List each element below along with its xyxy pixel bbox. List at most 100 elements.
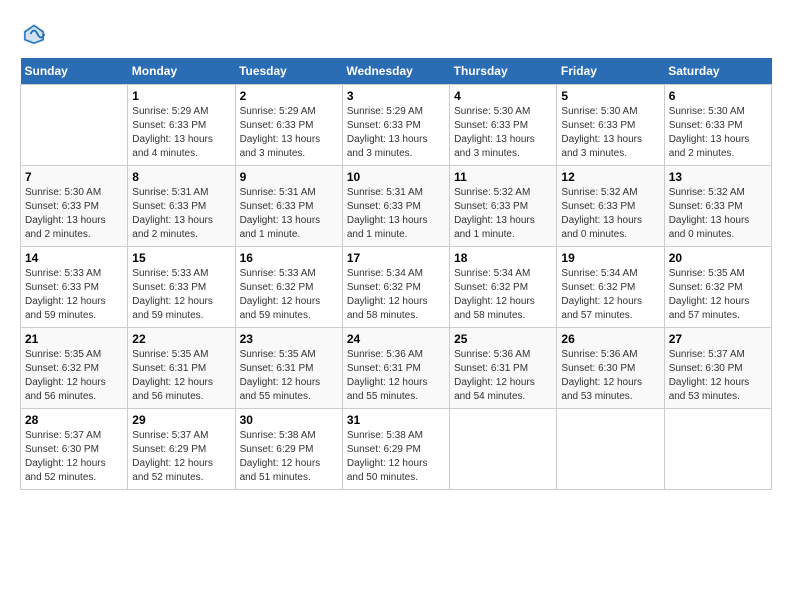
day-info: Sunrise: 5:37 AM Sunset: 6:29 PM Dayligh… (132, 429, 230, 485)
day-info: Sunrise: 5:36 AM Sunset: 6:31 PM Dayligh… (454, 348, 552, 404)
weekday-header: Friday (557, 58, 664, 85)
weekday-header: Thursday (450, 58, 557, 85)
day-info: Sunrise: 5:31 AM Sunset: 6:33 PM Dayligh… (347, 186, 445, 242)
weekday-header: Sunday (21, 58, 128, 85)
day-number: 14 (25, 251, 123, 265)
weekday-header: Tuesday (235, 58, 342, 85)
calendar-cell: 21 Sunrise: 5:35 AM Sunset: 6:32 PM Dayli… (21, 328, 128, 409)
day-number: 21 (25, 332, 123, 346)
day-info: Sunrise: 5:34 AM Sunset: 6:32 PM Dayligh… (561, 267, 659, 323)
day-number: 5 (561, 89, 659, 103)
day-number: 30 (240, 413, 338, 427)
calendar-cell: 9 Sunrise: 5:31 AM Sunset: 6:33 PM Daylig… (235, 166, 342, 247)
logo (20, 20, 52, 48)
calendar-cell: 27Sunrise: 5:37 AM Sunset: 6:30 PM Dayli… (664, 328, 771, 409)
day-number: 6 (669, 89, 767, 103)
calendar-cell: 30 Sunrise: 5:38 AM Sunset: 6:29 PM Dayli… (235, 409, 342, 490)
calendar-cell: 12 Sunrise: 5:32 AM Sunset: 6:33 PM Dayli… (557, 166, 664, 247)
calendar-cell (450, 409, 557, 490)
calendar-cell: 13 Sunrise: 5:32 AM Sunset: 6:33 PM Dayli… (664, 166, 771, 247)
day-number: 11 (454, 170, 552, 184)
day-info: Sunrise: 5:34 AM Sunset: 6:32 PM Dayligh… (454, 267, 552, 323)
day-info: Sunrise: 5:31 AM Sunset: 6:33 PM Dayligh… (132, 186, 230, 242)
calendar-cell: 25 Sunrise: 5:36 AM Sunset: 6:31 PM Dayli… (450, 328, 557, 409)
calendar-cell: 29 Sunrise: 5:37 AM Sunset: 6:29 PM Dayli… (128, 409, 235, 490)
calendar-cell (21, 85, 128, 166)
day-number: 29 (132, 413, 230, 427)
day-info: Sunrise: 5:32 AM Sunset: 6:33 PM Dayligh… (669, 186, 767, 242)
calendar-week-row: 7Sunrise: 5:30 AM Sunset: 6:33 PM Daylig… (21, 166, 772, 247)
day-number: 22 (132, 332, 230, 346)
calendar-week-row: 14 Sunrise: 5:33 AM Sunset: 6:33 PM Dayli… (21, 247, 772, 328)
day-info: Sunrise: 5:30 AM Sunset: 6:33 PM Dayligh… (454, 105, 552, 161)
weekday-header: Saturday (664, 58, 771, 85)
calendar-cell: 23 Sunrise: 5:35 AM Sunset: 6:31 PM Dayli… (235, 328, 342, 409)
day-info: Sunrise: 5:38 AM Sunset: 6:29 PM Dayligh… (347, 429, 445, 485)
day-info: Sunrise: 5:31 AM Sunset: 6:33 PM Dayligh… (240, 186, 338, 242)
day-number: 18 (454, 251, 552, 265)
day-info: Sunrise: 5:36 AM Sunset: 6:30 PM Dayligh… (561, 348, 659, 404)
day-info: Sunrise: 5:36 AM Sunset: 6:31 PM Dayligh… (347, 348, 445, 404)
day-number: 20 (669, 251, 767, 265)
weekday-header: Monday (128, 58, 235, 85)
day-info: Sunrise: 5:33 AM Sunset: 6:32 PM Dayligh… (240, 267, 338, 323)
day-number: 3 (347, 89, 445, 103)
day-number: 2 (240, 89, 338, 103)
day-info: Sunrise: 5:32 AM Sunset: 6:33 PM Dayligh… (454, 186, 552, 242)
logo-icon (20, 20, 48, 48)
calendar-cell: 15 Sunrise: 5:33 AM Sunset: 6:33 PM Dayli… (128, 247, 235, 328)
day-info: Sunrise: 5:38 AM Sunset: 6:29 PM Dayligh… (240, 429, 338, 485)
weekday-header: Wednesday (342, 58, 449, 85)
calendar-cell: 7Sunrise: 5:30 AM Sunset: 6:33 PM Daylig… (21, 166, 128, 247)
day-number: 15 (132, 251, 230, 265)
day-number: 31 (347, 413, 445, 427)
calendar-cell (557, 409, 664, 490)
day-info: Sunrise: 5:35 AM Sunset: 6:31 PM Dayligh… (240, 348, 338, 404)
day-number: 24 (347, 332, 445, 346)
calendar-cell: 31 Sunrise: 5:38 AM Sunset: 6:29 PM Dayli… (342, 409, 449, 490)
day-number: 4 (454, 89, 552, 103)
day-number: 17 (347, 251, 445, 265)
day-number: 23 (240, 332, 338, 346)
calendar-cell: 3 Sunrise: 5:29 AM Sunset: 6:33 PM Daylig… (342, 85, 449, 166)
day-info: Sunrise: 5:35 AM Sunset: 6:31 PM Dayligh… (132, 348, 230, 404)
calendar-cell: 2 Sunrise: 5:29 AM Sunset: 6:33 PM Daylig… (235, 85, 342, 166)
calendar-table: SundayMondayTuesdayWednesdayThursdayFrid… (20, 58, 772, 490)
day-number: 25 (454, 332, 552, 346)
calendar-cell: 16 Sunrise: 5:33 AM Sunset: 6:32 PM Dayli… (235, 247, 342, 328)
day-info: Sunrise: 5:37 AM Sunset: 6:30 PM Dayligh… (25, 429, 123, 485)
calendar-cell: 14 Sunrise: 5:33 AM Sunset: 6:33 PM Dayli… (21, 247, 128, 328)
calendar-cell: 28Sunrise: 5:37 AM Sunset: 6:30 PM Dayli… (21, 409, 128, 490)
day-number: 16 (240, 251, 338, 265)
calendar-cell: 19 Sunrise: 5:34 AM Sunset: 6:32 PM Dayli… (557, 247, 664, 328)
day-info: Sunrise: 5:30 AM Sunset: 6:33 PM Dayligh… (669, 105, 767, 161)
day-number: 12 (561, 170, 659, 184)
day-info: Sunrise: 5:30 AM Sunset: 6:33 PM Dayligh… (561, 105, 659, 161)
calendar-cell: 24 Sunrise: 5:36 AM Sunset: 6:31 PM Dayli… (342, 328, 449, 409)
calendar-week-row: 21 Sunrise: 5:35 AM Sunset: 6:32 PM Dayli… (21, 328, 772, 409)
day-info: Sunrise: 5:33 AM Sunset: 6:33 PM Dayligh… (132, 267, 230, 323)
day-info: Sunrise: 5:33 AM Sunset: 6:33 PM Dayligh… (25, 267, 123, 323)
day-info: Sunrise: 5:32 AM Sunset: 6:33 PM Dayligh… (561, 186, 659, 242)
day-info: Sunrise: 5:29 AM Sunset: 6:33 PM Dayligh… (132, 105, 230, 161)
calendar-cell: 26Sunrise: 5:36 AM Sunset: 6:30 PM Dayli… (557, 328, 664, 409)
day-info: Sunrise: 5:29 AM Sunset: 6:33 PM Dayligh… (347, 105, 445, 161)
day-info: Sunrise: 5:30 AM Sunset: 6:33 PM Dayligh… (25, 186, 123, 242)
day-info: Sunrise: 5:29 AM Sunset: 6:33 PM Dayligh… (240, 105, 338, 161)
calendar-cell: 10Sunrise: 5:31 AM Sunset: 6:33 PM Dayli… (342, 166, 449, 247)
calendar-cell (664, 409, 771, 490)
day-number: 13 (669, 170, 767, 184)
day-number: 19 (561, 251, 659, 265)
day-number: 9 (240, 170, 338, 184)
calendar-cell: 4 Sunrise: 5:30 AM Sunset: 6:33 PM Daylig… (450, 85, 557, 166)
day-info: Sunrise: 5:35 AM Sunset: 6:32 PM Dayligh… (25, 348, 123, 404)
day-number: 27 (669, 332, 767, 346)
calendar-week-row: 1Sunrise: 5:29 AM Sunset: 6:33 PM Daylig… (21, 85, 772, 166)
header-row: SundayMondayTuesdayWednesdayThursdayFrid… (21, 58, 772, 85)
day-info: Sunrise: 5:35 AM Sunset: 6:32 PM Dayligh… (669, 267, 767, 323)
calendar-cell: 1Sunrise: 5:29 AM Sunset: 6:33 PM Daylig… (128, 85, 235, 166)
calendar-week-row: 28Sunrise: 5:37 AM Sunset: 6:30 PM Dayli… (21, 409, 772, 490)
calendar-cell: 18 Sunrise: 5:34 AM Sunset: 6:32 PM Dayli… (450, 247, 557, 328)
page-header (20, 20, 772, 48)
calendar-cell: 22 Sunrise: 5:35 AM Sunset: 6:31 PM Dayli… (128, 328, 235, 409)
